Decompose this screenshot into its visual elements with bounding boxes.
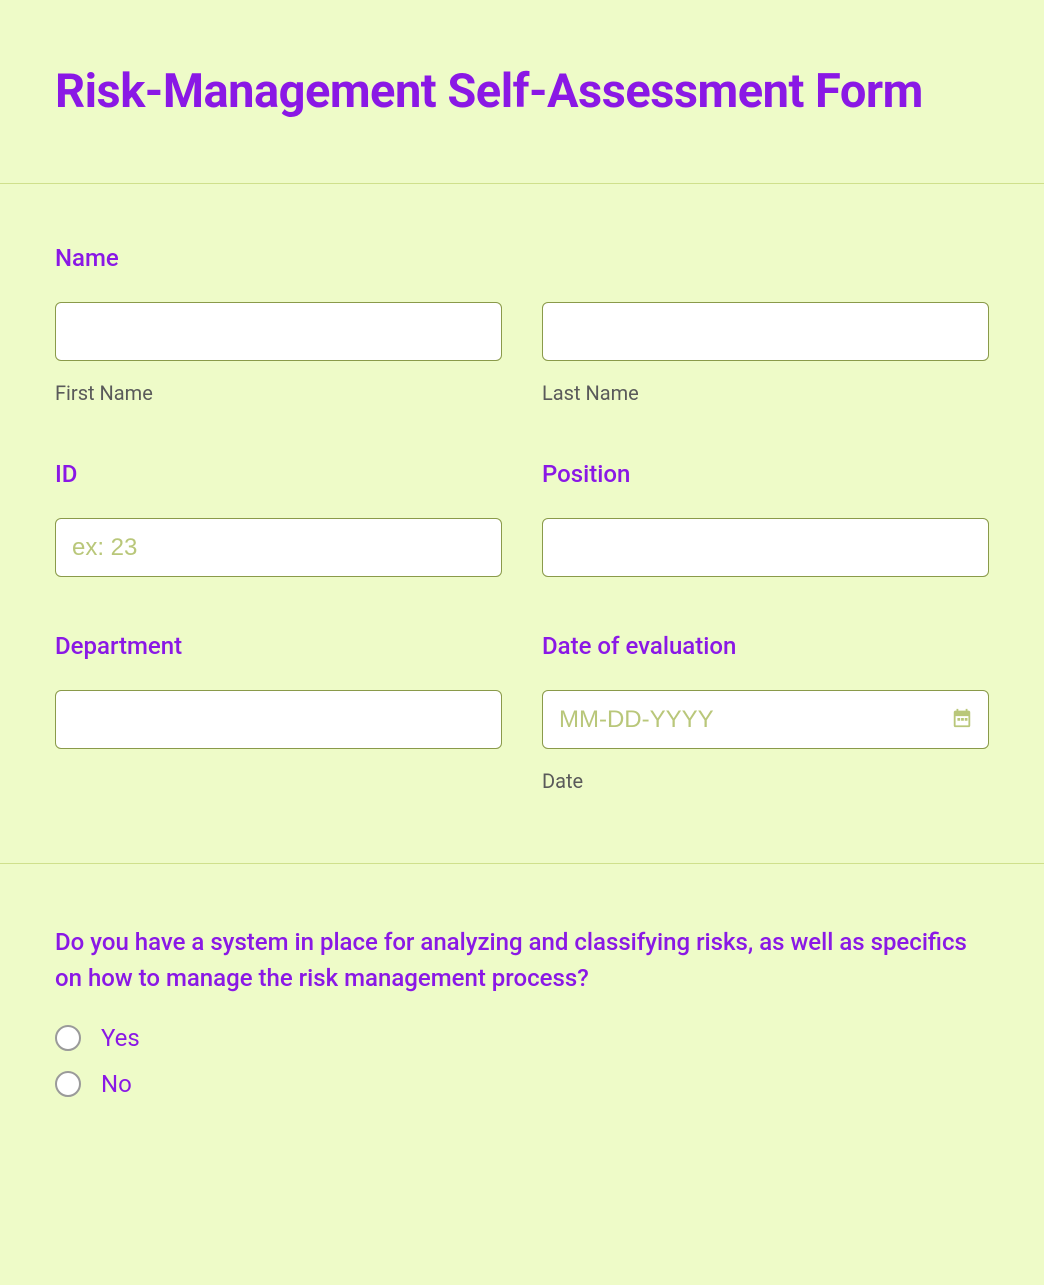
department-date-row: Department Date of evaluation Date — [55, 632, 989, 793]
date-input[interactable] — [542, 690, 989, 749]
department-label: Department — [55, 632, 502, 660]
position-label: Position — [542, 460, 989, 488]
name-row: First Name Last Name — [55, 302, 989, 405]
department-input[interactable] — [55, 690, 502, 749]
radio-option-no[interactable]: No — [55, 1070, 989, 1098]
name-label: Name — [55, 244, 989, 272]
divider — [0, 183, 1044, 184]
first-name-input[interactable] — [55, 302, 502, 361]
page-title: Risk-Management Self-Assessment Form — [55, 60, 989, 123]
radio-circle-icon — [55, 1071, 81, 1097]
last-name-sublabel: Last Name — [542, 381, 989, 405]
position-input[interactable] — [542, 518, 989, 577]
first-name-sublabel: First Name — [55, 381, 502, 405]
id-label: ID — [55, 460, 502, 488]
last-name-input[interactable] — [542, 302, 989, 361]
radio-yes-label: Yes — [101, 1024, 140, 1052]
radio-option-yes[interactable]: Yes — [55, 1024, 989, 1052]
date-sublabel: Date — [542, 769, 989, 793]
date-label: Date of evaluation — [542, 632, 989, 660]
divider-2 — [0, 863, 1044, 864]
id-position-row: ID Position — [55, 460, 989, 577]
id-input[interactable] — [55, 518, 502, 577]
radio-no-label: No — [101, 1070, 132, 1098]
radio-circle-icon — [55, 1025, 81, 1051]
question-text: Do you have a system in place for analyz… — [55, 924, 989, 996]
